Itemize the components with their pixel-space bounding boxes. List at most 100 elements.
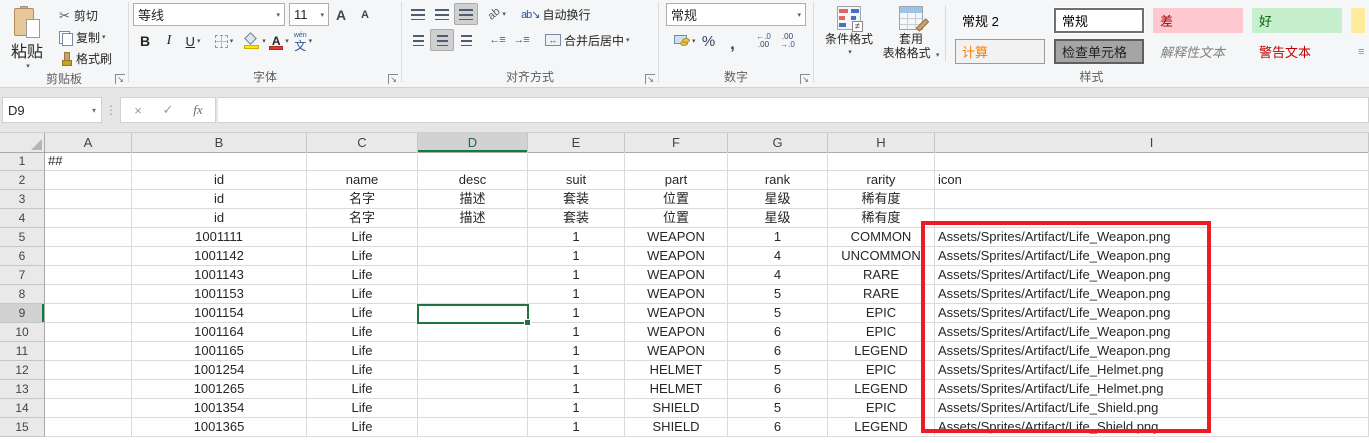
font-dialog-launcher[interactable]: ↘ [388, 74, 398, 84]
column-header-A[interactable]: A [45, 133, 132, 153]
cell-E9[interactable]: 1 [528, 304, 625, 323]
cell-C15[interactable]: Life [307, 418, 418, 437]
cell-style-6[interactable]: 检查单元格 [1054, 39, 1144, 64]
cell-H14[interactable]: EPIC [828, 399, 935, 418]
cut-button[interactable]: ✂ 剪切 [54, 5, 117, 26]
cell-G13[interactable]: 6 [728, 380, 828, 399]
cell-A8[interactable] [45, 285, 132, 304]
cell-style-7[interactable]: 解释性文本 [1153, 39, 1243, 64]
cell-D7[interactable] [418, 266, 528, 285]
cell-A2[interactable] [45, 171, 132, 190]
cell-style-2[interactable]: 常规 [1054, 8, 1144, 33]
cell-B9[interactable]: 1001154 [132, 304, 307, 323]
cell-E10[interactable]: 1 [528, 323, 625, 342]
cell-A5[interactable] [45, 228, 132, 247]
cell-F15[interactable]: SHIELD [625, 418, 728, 437]
cell-E15[interactable]: 1 [528, 418, 625, 437]
cell-I9[interactable]: Assets/Sprites/Artifact/Life_Weapon.png [935, 304, 1369, 323]
decrease-decimal-button[interactable]: .00 →.0 [776, 30, 800, 52]
cell-E4[interactable]: 套装 [528, 209, 625, 228]
cell-I7[interactable]: Assets/Sprites/Artifact/Life_Weapon.png [935, 266, 1369, 285]
shrink-font-button[interactable]: A [353, 4, 377, 26]
cell-C8[interactable]: Life [307, 285, 418, 304]
formula-bar-handle[interactable]: ⋮ [102, 103, 120, 117]
cell-G12[interactable]: 5 [728, 361, 828, 380]
cell-D12[interactable] [418, 361, 528, 380]
copy-button[interactable]: 复制 ▾ [54, 27, 117, 48]
wrap-text-button[interactable]: ab↘ 自动换行 [516, 4, 595, 25]
cell-B11[interactable]: 1001165 [132, 342, 307, 361]
row-header-2[interactable]: 2 [0, 171, 45, 190]
cell-E5[interactable]: 1 [528, 228, 625, 247]
cell-C3[interactable]: 名字 [307, 190, 418, 209]
column-header-I[interactable]: I [935, 133, 1369, 153]
row-header-5[interactable]: 5 [0, 228, 45, 247]
cell-B7[interactable]: 1001143 [132, 266, 307, 285]
cell-E1[interactable] [528, 152, 625, 171]
orientation-button[interactable]: ab ▾ [485, 3, 509, 25]
merge-center-button[interactable]: ↔ 合并后居中 ▾ [540, 30, 635, 51]
name-box[interactable]: D9 ▾ [2, 97, 102, 123]
cell-G1[interactable] [728, 152, 828, 171]
cell-D6[interactable] [418, 247, 528, 266]
cell-D8[interactable] [418, 285, 528, 304]
cell-E6[interactable]: 1 [528, 247, 625, 266]
row-header-12[interactable]: 12 [0, 361, 45, 380]
cell-style-3[interactable]: 差 [1153, 8, 1243, 33]
cell-E7[interactable]: 1 [528, 266, 625, 285]
cell-D14[interactable] [418, 399, 528, 418]
cell-D10[interactable] [418, 323, 528, 342]
cell-A11[interactable] [45, 342, 132, 361]
cell-F13[interactable]: HELMET [625, 380, 728, 399]
cell-G14[interactable]: 5 [728, 399, 828, 418]
cell-A4[interactable] [45, 209, 132, 228]
row-header-8[interactable]: 8 [0, 285, 45, 304]
enter-icon[interactable]: ✓ [153, 102, 183, 118]
cell-F8[interactable]: WEAPON [625, 285, 728, 304]
column-header-C[interactable]: C [307, 133, 418, 153]
comma-style-button[interactable]: , [721, 30, 745, 52]
decrease-indent-button[interactable]: ←≡ [485, 29, 509, 51]
cell-E8[interactable]: 1 [528, 285, 625, 304]
row-header-3[interactable]: 3 [0, 190, 45, 209]
cell-H10[interactable]: EPIC [828, 323, 935, 342]
cell-I13[interactable]: Assets/Sprites/Artifact/Life_Helmet.png [935, 380, 1369, 399]
cell-B14[interactable]: 1001354 [132, 399, 307, 418]
cancel-icon[interactable]: × [123, 103, 153, 118]
cell-A1[interactable]: ## [45, 152, 132, 171]
cell-C7[interactable]: Life [307, 266, 418, 285]
cell-F9[interactable]: WEAPON [625, 304, 728, 323]
row-header-15[interactable]: 15 [0, 418, 45, 437]
cell-B1[interactable] [132, 152, 307, 171]
cell-A13[interactable] [45, 380, 132, 399]
cell-H15[interactable]: LEGEND [828, 418, 935, 437]
align-bottom-button[interactable] [454, 3, 478, 25]
cell-D15[interactable] [418, 418, 528, 437]
alignment-dialog-launcher[interactable]: ↘ [645, 74, 655, 84]
cell-C4[interactable]: 名字 [307, 209, 418, 228]
cell-I14[interactable]: Assets/Sprites/Artifact/Life_Shield.png [935, 399, 1369, 418]
font-color-button[interactable]: A ▾ [267, 30, 291, 52]
cell-C13[interactable]: Life [307, 380, 418, 399]
row-header-10[interactable]: 10 [0, 323, 45, 342]
cell-C9[interactable]: Life [307, 304, 418, 323]
format-as-table-button[interactable]: 套用 表格格式 ▾ [880, 3, 942, 69]
cell-A10[interactable] [45, 323, 132, 342]
formula-input[interactable] [218, 97, 1369, 123]
cell-G8[interactable]: 5 [728, 285, 828, 304]
cell-H13[interactable]: LEGEND [828, 380, 935, 399]
cell-style-1[interactable]: 常规 2 [955, 8, 1045, 33]
cell-E3[interactable]: 套装 [528, 190, 625, 209]
cell-B4[interactable]: id [132, 209, 307, 228]
align-right-button[interactable] [454, 29, 478, 51]
cell-H4[interactable]: 稀有度 [828, 209, 935, 228]
cell-A7[interactable] [45, 266, 132, 285]
cell-C1[interactable] [307, 152, 418, 171]
cell-F6[interactable]: WEAPON [625, 247, 728, 266]
cell-C11[interactable]: Life [307, 342, 418, 361]
increase-decimal-button[interactable]: ←.0 .00 [752, 30, 776, 52]
cell-B10[interactable]: 1001164 [132, 323, 307, 342]
align-middle-button[interactable] [430, 3, 454, 25]
cell-E12[interactable]: 1 [528, 361, 625, 380]
format-painter-button[interactable]: 格式刷 [54, 48, 117, 69]
